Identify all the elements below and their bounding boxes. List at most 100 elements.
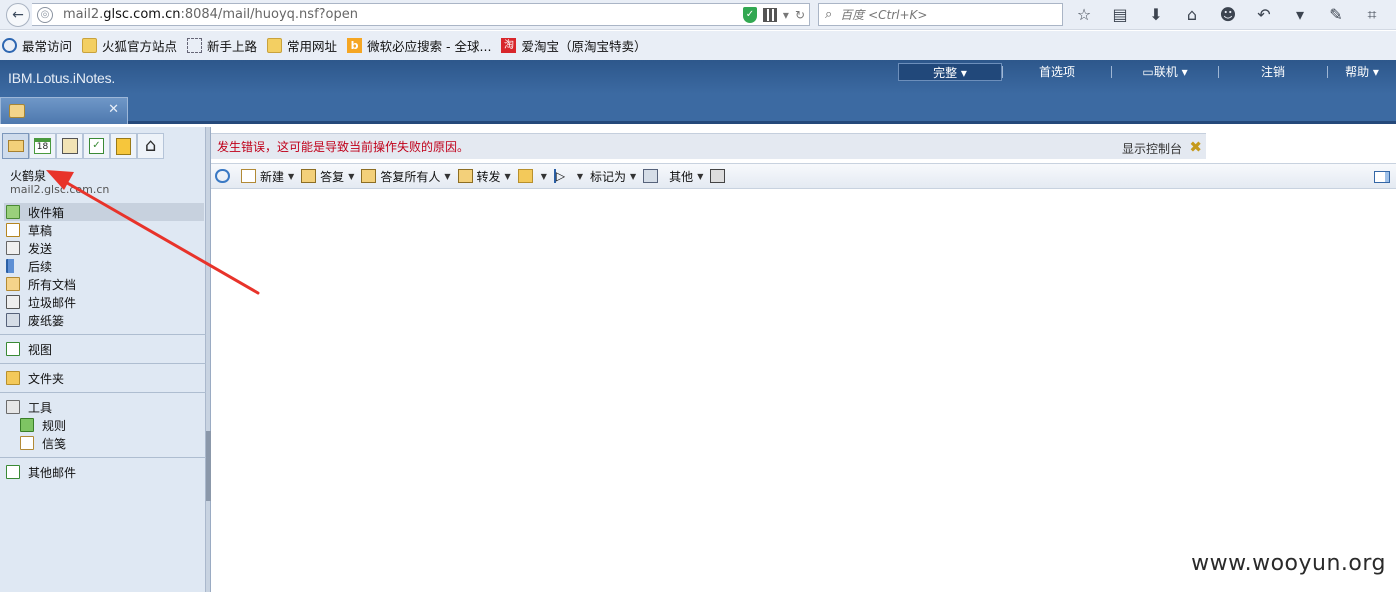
home-icon[interactable]: ⌂	[1180, 4, 1204, 26]
back-button[interactable]: ←	[6, 3, 30, 27]
mail-icon	[9, 104, 25, 118]
junk-icon	[6, 295, 20, 309]
switch-notebook-button[interactable]	[110, 133, 137, 159]
qr-code-icon[interactable]	[762, 8, 777, 22]
menu-help[interactable]: 帮助 ▾	[1328, 63, 1396, 81]
bookmark-getting-started[interactable]: 新手上路	[187, 36, 257, 55]
bookmark-bing[interactable]: b 微软必应搜索 - 全球...	[347, 36, 491, 55]
undo-icon[interactable]: ↶	[1252, 4, 1276, 26]
menu-preferences[interactable]: 首选项	[1003, 63, 1111, 81]
section-label: 其他邮件	[28, 465, 77, 480]
bookmark-common-sites[interactable]: 常用网址	[267, 36, 337, 55]
section-folders[interactable]: 文件夹	[4, 369, 204, 387]
download-icon[interactable]: ⬇	[1144, 4, 1168, 26]
reply-all-button[interactable]: 答复所有人 ▼	[361, 168, 451, 185]
sent-icon	[6, 241, 20, 255]
star-icon[interactable]: ☆	[1072, 4, 1096, 26]
search-box[interactable]: ⌕ 百度 <Ctrl+K>	[818, 3, 1063, 26]
chevron-down-icon: ▼	[697, 171, 704, 181]
refresh-icon	[215, 169, 230, 183]
close-icon[interactable]: ✖	[1189, 138, 1202, 156]
chat-icon[interactable]: ☻	[1216, 4, 1240, 26]
folder-all-documents[interactable]: 所有文档	[4, 275, 204, 293]
switch-mail-button[interactable]	[2, 133, 29, 159]
bookmark-label: 微软必应搜索 - 全球...	[367, 39, 492, 54]
chevron-down-icon[interactable]: ▾	[1288, 4, 1312, 26]
move-to-folder-button[interactable]: ▼	[517, 169, 547, 183]
follow-up-button[interactable]: ▷ ▼	[553, 169, 583, 183]
tools-rules[interactable]: 规则	[4, 416, 204, 434]
bookmark-label: 爱淘宝（原淘宝特卖）	[521, 39, 647, 54]
bookmark-firefox-site[interactable]: 火狐官方站点	[82, 36, 177, 55]
refresh-button[interactable]	[215, 169, 234, 183]
tools-stationery[interactable]: 信笺	[4, 434, 204, 452]
section-views[interactable]: 视图	[4, 340, 204, 358]
section-tools[interactable]: 工具	[4, 398, 204, 416]
section-other-mail[interactable]: 其他邮件	[4, 463, 204, 481]
folder-inbox[interactable]: 收件箱	[4, 203, 204, 221]
folder-junk[interactable]: 垃圾邮件	[4, 293, 204, 311]
comment-icon[interactable]: ✎	[1324, 4, 1348, 26]
reply-all-icon	[361, 169, 377, 183]
switch-home-button[interactable]: ⌂	[137, 133, 164, 159]
bookmark-label: 最常访问	[22, 39, 73, 54]
show-console-link[interactable]: 显示控制台	[1122, 140, 1182, 157]
menu-logout[interactable]: 注销	[1219, 63, 1327, 81]
folder-trash[interactable]: 废纸篓	[4, 311, 204, 329]
mail-icon	[7, 140, 24, 152]
chevron-down-icon: ▼	[444, 171, 451, 181]
page-icon	[187, 38, 203, 53]
watermark: www.wooyun.org	[1191, 551, 1386, 576]
reading-list-icon[interactable]: ▤	[1108, 4, 1132, 26]
crop-icon[interactable]: ⌗	[1360, 4, 1384, 26]
delete-button[interactable]	[643, 169, 662, 183]
more-button[interactable]: 其他 ▼	[669, 168, 703, 185]
reply-button[interactable]: 答复 ▼	[301, 168, 354, 185]
layout-toggle-icon[interactable]	[1374, 171, 1390, 183]
folder-drafts[interactable]: 草稿	[4, 221, 204, 239]
user-name: 火鹤泉	[10, 169, 47, 183]
new-button[interactable]: 新建 ▼	[241, 168, 294, 185]
mark-as-button[interactable]: 标记为 ▼	[590, 168, 636, 185]
folder-list: 收件箱 草稿 发送 后续 所有文档 垃圾邮件 废纸篓 视图 文件夹 工具 规则 …	[0, 203, 208, 481]
close-icon[interactable]: ✕	[108, 102, 119, 117]
url-prefix: mail2.	[63, 7, 104, 22]
trash-icon	[6, 313, 20, 327]
switch-contacts-button[interactable]	[56, 133, 83, 159]
bookmark-taobao[interactable]: 淘爱淘宝（原淘宝特卖）	[501, 36, 646, 55]
menu-online[interactable]: ▭联机 ▾	[1112, 63, 1218, 81]
all-documents-icon	[6, 277, 20, 291]
error-bar: 发生错误，这可能是导致当前操作失败的原因。 显示控制台 ✖	[211, 133, 1206, 159]
switch-calendar-button[interactable]: 18	[29, 133, 56, 159]
reload-icon[interactable]: ↻	[795, 8, 805, 22]
folder-label: 废纸篓	[28, 313, 65, 328]
chevron-down-icon: ▼	[630, 171, 637, 181]
switch-todo-button[interactable]: ✓	[83, 133, 110, 159]
section-divider	[0, 392, 208, 393]
print-button[interactable]	[710, 169, 729, 183]
tab-mail[interactable]: ✕	[0, 97, 128, 124]
chevron-down-icon: ▼	[504, 171, 511, 181]
search-placeholder: 百度 <Ctrl+K>	[840, 8, 928, 22]
section-divider	[0, 334, 208, 335]
section-divider	[0, 457, 208, 458]
print-icon	[710, 169, 726, 183]
chevron-down-icon: ▼	[576, 171, 583, 181]
user-email: mail2.glsc.com.cn	[10, 183, 110, 196]
dropdown-icon[interactable]: ▾	[783, 8, 789, 22]
action-label: 新建	[260, 169, 285, 184]
folder-icon	[267, 38, 283, 53]
bookmark-most-visited[interactable]: 最常访问	[2, 36, 72, 55]
bookmark-label: 新手上路	[207, 39, 258, 54]
folder-follow-up[interactable]: 后续	[4, 257, 204, 275]
section-label: 视图	[28, 342, 53, 357]
action-label: 答复所有人	[380, 169, 441, 184]
address-bar[interactable]: ◎ mail2.glsc.com.cn:8084/mail/huoyq.nsf?…	[32, 3, 810, 26]
bing-icon: b	[347, 38, 363, 53]
shield-icon[interactable]: ✓	[742, 7, 757, 23]
folder-sent[interactable]: 发送	[4, 239, 204, 257]
folder-label: 收件箱	[28, 205, 65, 220]
forward-button[interactable]: 转发 ▼	[457, 168, 511, 185]
app-header: IBM.Lotus.iNotes. 完整 ▾ 首选项 ▭联机 ▾ 注销 帮助 ▾	[0, 60, 1396, 94]
menu-full-mode[interactable]: 完整 ▾	[898, 63, 1002, 81]
